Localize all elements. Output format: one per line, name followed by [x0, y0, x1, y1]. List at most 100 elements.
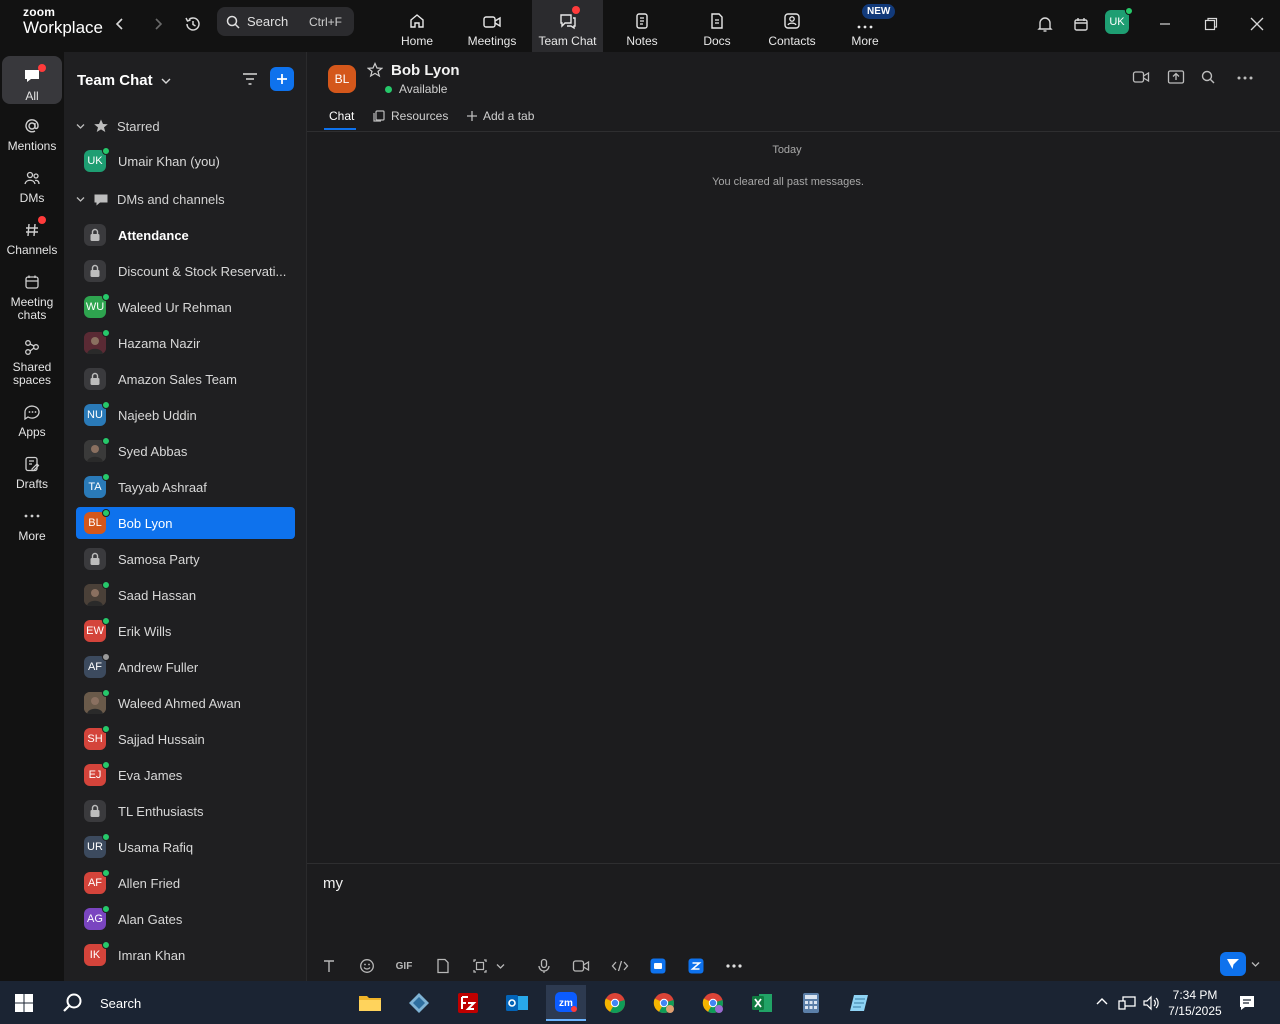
- rail-item-drafts[interactable]: Drafts: [2, 450, 62, 491]
- more-options-icon[interactable]: [1237, 76, 1253, 80]
- starred-section-header[interactable]: Starred: [76, 118, 160, 134]
- app-diamond-icon[interactable]: [399, 985, 439, 1021]
- windows-start-icon[interactable]: [14, 993, 34, 1013]
- notepad-icon[interactable]: [840, 985, 880, 1021]
- tab-resources[interactable]: Resources: [372, 109, 448, 123]
- taskbar-search-icon[interactable]: [62, 992, 84, 1014]
- contact-item[interactable]: AF Allen Fried: [76, 867, 295, 899]
- online-status-dot: [102, 147, 110, 155]
- contact-item[interactable]: Syed Abbas: [76, 435, 295, 467]
- file-explorer-icon[interactable]: [350, 985, 390, 1021]
- rail-item-shared-spaces[interactable]: Shared spaces: [2, 333, 62, 387]
- contact-item[interactable]: EW Erik Wills: [76, 615, 295, 647]
- send-button[interactable]: [1220, 952, 1246, 976]
- channel-item[interactable]: Samosa Party: [76, 543, 295, 575]
- chevron-up-icon[interactable]: [1095, 996, 1109, 1006]
- volume-icon[interactable]: [1142, 995, 1160, 1011]
- code-snippet-icon[interactable]: [609, 956, 631, 976]
- zoom-app-icon[interactable]: zm: [546, 985, 586, 1021]
- system-clock[interactable]: 7:34 PM 7/15/2025: [1160, 987, 1230, 1019]
- chevron-down-icon[interactable]: [494, 956, 506, 976]
- sidebar-title[interactable]: Team Chat: [77, 72, 171, 89]
- tab-meetings[interactable]: Meetings: [455, 0, 529, 52]
- tab-home[interactable]: Home: [380, 0, 454, 52]
- channel-item[interactable]: Amazon Sales Team: [76, 363, 295, 395]
- screenshot-icon[interactable]: [469, 956, 491, 976]
- emoji-icon[interactable]: [356, 956, 378, 976]
- conversation-title[interactable]: Bob Lyon: [391, 62, 460, 79]
- chrome-icon[interactable]: [595, 985, 635, 1021]
- chrome-profile-icon[interactable]: [644, 985, 684, 1021]
- avatar[interactable]: UK: [1105, 7, 1133, 34]
- video-call-icon[interactable]: [1132, 70, 1150, 84]
- docs-app-icon[interactable]: [685, 956, 707, 976]
- channel-item[interactable]: Attendance: [76, 219, 295, 251]
- contact-item[interactable]: EJ Eva James: [76, 759, 295, 791]
- history-icon[interactable]: [181, 12, 205, 36]
- contact-item[interactable]: Waleed Ahmed Awan: [76, 687, 295, 719]
- contact-item[interactable]: UR Usama Rafiq: [76, 831, 295, 863]
- star-outline-icon[interactable]: [367, 62, 383, 78]
- contact-item[interactable]: IK Imran Khan: [76, 939, 295, 971]
- rail-item-meeting-chats[interactable]: Meeting chats: [2, 268, 62, 322]
- contact-item[interactable]: WU Waleed Ur Rehman: [76, 291, 295, 323]
- video-message-icon[interactable]: [570, 956, 592, 976]
- contact-item[interactable]: AG Alan Gates: [76, 903, 295, 935]
- gif-button[interactable]: GIF: [393, 956, 415, 976]
- send-options-chevron-icon[interactable]: [1251, 961, 1260, 968]
- rail-item-more[interactable]: More: [2, 502, 62, 543]
- rail-item-apps[interactable]: Apps: [2, 398, 62, 439]
- filter-icon[interactable]: [241, 70, 259, 88]
- taskbar-search-label[interactable]: Search: [100, 996, 141, 1011]
- contact-item[interactable]: TA Tayyab Ashraaf: [76, 471, 295, 503]
- rail-item-all[interactable]: All: [2, 56, 62, 104]
- excel-icon[interactable]: [742, 985, 782, 1021]
- new-chat-button[interactable]: [270, 67, 294, 91]
- contact-item[interactable]: NU Najeeb Uddin: [76, 399, 295, 431]
- network-icon[interactable]: [1118, 995, 1136, 1011]
- outlook-icon[interactable]: [497, 985, 537, 1021]
- gift-calendar-icon[interactable]: [1069, 12, 1093, 36]
- add-tab-button[interactable]: Add a tab: [466, 109, 534, 123]
- tab-chat[interactable]: Chat: [329, 109, 354, 123]
- contact-item[interactable]: BL Bob Lyon: [76, 507, 295, 539]
- contact-item[interactable]: Hazama Nazir: [76, 327, 295, 359]
- contact-item[interactable]: AF Andrew Fuller: [76, 651, 295, 683]
- back-arrow-icon[interactable]: [108, 12, 132, 36]
- minimize-icon[interactable]: [1153, 12, 1177, 36]
- message-input[interactable]: my: [323, 875, 343, 892]
- restore-icon[interactable]: [1199, 12, 1223, 36]
- forward-arrow-icon[interactable]: [146, 12, 170, 36]
- rail-item-dms[interactable]: DMs: [2, 164, 62, 205]
- avatar[interactable]: BL: [328, 65, 356, 93]
- dms-section-header[interactable]: DMs and channels: [76, 192, 225, 207]
- tab-team-chat[interactable]: Team Chat: [532, 0, 603, 52]
- tab-docs[interactable]: Docs: [680, 0, 754, 52]
- notifications-icon[interactable]: [1238, 994, 1256, 1012]
- file-icon[interactable]: [432, 956, 454, 976]
- close-icon[interactable]: [1245, 12, 1269, 36]
- contact-item[interactable]: UK Umair Khan (you): [76, 145, 295, 177]
- more-dots-icon[interactable]: [723, 956, 745, 976]
- item-label: Syed Abbas: [118, 443, 188, 459]
- contact-item[interactable]: Saad Hassan: [76, 579, 295, 611]
- contact-item[interactable]: SH Sajjad Hussain: [76, 723, 295, 755]
- online-status-dot: [102, 401, 110, 409]
- bell-icon[interactable]: [1033, 12, 1057, 36]
- message-list[interactable]: Today You cleared all past messages.: [307, 132, 1280, 863]
- microphone-icon[interactable]: [533, 956, 555, 976]
- search-icon[interactable]: [1201, 70, 1215, 84]
- chrome-profile-icon[interactable]: [693, 985, 733, 1021]
- rail-item-channels[interactable]: Channels: [2, 216, 62, 257]
- tab-contacts[interactable]: Contacts: [755, 0, 829, 52]
- tab-notes[interactable]: Notes: [605, 0, 679, 52]
- search-input[interactable]: Search Ctrl+F: [217, 7, 354, 36]
- share-screen-icon[interactable]: [1167, 69, 1185, 85]
- text-format-icon[interactable]: [318, 956, 340, 976]
- rail-item-mentions[interactable]: Mentions: [2, 112, 62, 153]
- channel-item[interactable]: TL Enthusiasts: [76, 795, 295, 827]
- calculator-icon[interactable]: [791, 985, 831, 1021]
- whiteboard-app-icon[interactable]: [647, 956, 669, 976]
- filezilla-icon[interactable]: [448, 985, 488, 1021]
- channel-item[interactable]: Discount & Stock Reservati...: [76, 255, 295, 287]
